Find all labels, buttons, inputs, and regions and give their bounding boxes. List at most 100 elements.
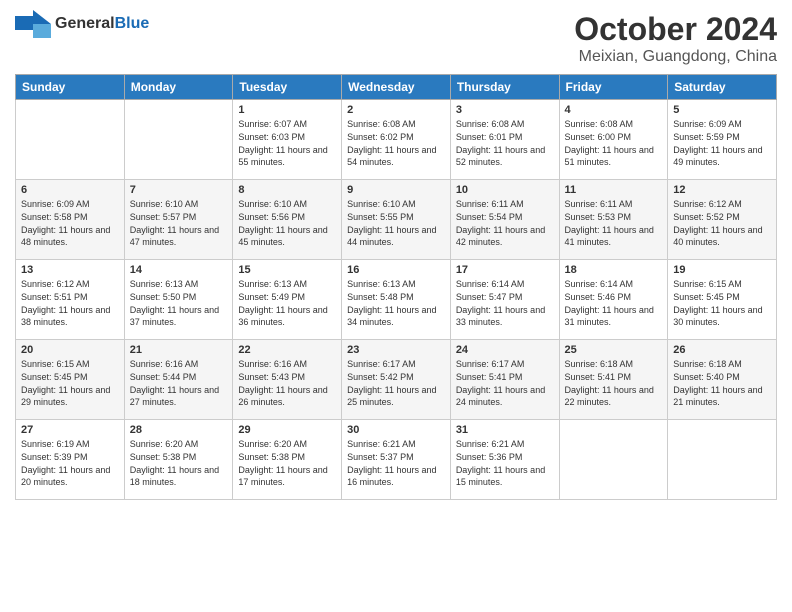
sunset-text: Sunset: 5:53 PM <box>565 212 632 222</box>
sunrise-text: Sunrise: 6:16 AM <box>130 359 199 369</box>
calendar-cell: 14 Sunrise: 6:13 AM Sunset: 5:50 PM Dayl… <box>124 260 233 340</box>
sunset-text: Sunset: 5:43 PM <box>238 372 305 382</box>
calendar-cell: 13 Sunrise: 6:12 AM Sunset: 5:51 PM Dayl… <box>16 260 125 340</box>
day-number: 4 <box>565 104 663 116</box>
col-tuesday: Tuesday <box>233 75 342 100</box>
calendar-table: Sunday Monday Tuesday Wednesday Thursday… <box>15 74 777 500</box>
day-info: Sunrise: 6:11 AM Sunset: 5:53 PM Dayligh… <box>565 198 663 248</box>
sunrise-text: Sunrise: 6:10 AM <box>347 199 416 209</box>
day-number: 11 <box>565 184 663 196</box>
daylight-text: Daylight: 11 hours and 26 minutes. <box>238 385 327 408</box>
day-number: 15 <box>238 264 336 276</box>
daylight-text: Daylight: 11 hours and 41 minutes. <box>565 225 654 248</box>
sunset-text: Sunset: 6:01 PM <box>456 132 523 142</box>
calendar-cell: 31 Sunrise: 6:21 AM Sunset: 5:36 PM Dayl… <box>450 420 559 500</box>
logo-blue: Blue <box>115 15 150 32</box>
daylight-text: Daylight: 11 hours and 44 minutes. <box>347 225 436 248</box>
sunrise-text: Sunrise: 6:11 AM <box>565 199 633 209</box>
sunset-text: Sunset: 5:45 PM <box>21 372 88 382</box>
day-number: 12 <box>673 184 771 196</box>
sunset-text: Sunset: 5:57 PM <box>130 212 197 222</box>
sunset-text: Sunset: 5:36 PM <box>456 452 523 462</box>
sunrise-text: Sunrise: 6:15 AM <box>673 279 742 289</box>
sunrise-text: Sunrise: 6:21 AM <box>456 439 525 449</box>
sunrise-text: Sunrise: 6:17 AM <box>347 359 416 369</box>
sunset-text: Sunset: 6:02 PM <box>347 132 414 142</box>
daylight-text: Daylight: 11 hours and 24 minutes. <box>456 385 545 408</box>
calendar-cell: 12 Sunrise: 6:12 AM Sunset: 5:52 PM Dayl… <box>668 180 777 260</box>
day-number: 10 <box>456 184 554 196</box>
sunrise-text: Sunrise: 6:07 AM <box>238 119 307 129</box>
day-info: Sunrise: 6:07 AM Sunset: 6:03 PM Dayligh… <box>238 118 336 168</box>
header: GeneralBlue October 2024 Meixian, Guangd… <box>15 10 777 66</box>
daylight-text: Daylight: 11 hours and 20 minutes. <box>21 465 110 488</box>
day-number: 9 <box>347 184 445 196</box>
sunset-text: Sunset: 5:41 PM <box>565 372 632 382</box>
calendar-cell: 25 Sunrise: 6:18 AM Sunset: 5:41 PM Dayl… <box>559 340 668 420</box>
col-wednesday: Wednesday <box>342 75 451 100</box>
calendar-cell: 28 Sunrise: 6:20 AM Sunset: 5:38 PM Dayl… <box>124 420 233 500</box>
calendar-cell: 21 Sunrise: 6:16 AM Sunset: 5:44 PM Dayl… <box>124 340 233 420</box>
sunset-text: Sunset: 5:51 PM <box>21 292 88 302</box>
day-info: Sunrise: 6:10 AM Sunset: 5:56 PM Dayligh… <box>238 198 336 248</box>
sunrise-text: Sunrise: 6:13 AM <box>238 279 307 289</box>
sunrise-text: Sunrise: 6:08 AM <box>456 119 525 129</box>
day-info: Sunrise: 6:15 AM Sunset: 5:45 PM Dayligh… <box>673 278 771 328</box>
day-info: Sunrise: 6:17 AM Sunset: 5:42 PM Dayligh… <box>347 358 445 408</box>
day-number: 14 <box>130 264 228 276</box>
daylight-text: Daylight: 11 hours and 47 minutes. <box>130 225 219 248</box>
sunset-text: Sunset: 5:38 PM <box>130 452 197 462</box>
day-number: 5 <box>673 104 771 116</box>
day-number: 21 <box>130 344 228 356</box>
logo: GeneralBlue <box>15 10 149 38</box>
day-info: Sunrise: 6:13 AM Sunset: 5:50 PM Dayligh… <box>130 278 228 328</box>
sunset-text: Sunset: 5:49 PM <box>238 292 305 302</box>
calendar-cell: 18 Sunrise: 6:14 AM Sunset: 5:46 PM Dayl… <box>559 260 668 340</box>
calendar-cell: 1 Sunrise: 6:07 AM Sunset: 6:03 PM Dayli… <box>233 100 342 180</box>
day-number: 31 <box>456 424 554 436</box>
day-info: Sunrise: 6:08 AM Sunset: 6:01 PM Dayligh… <box>456 118 554 168</box>
daylight-text: Daylight: 11 hours and 36 minutes. <box>238 305 327 328</box>
header-row: Sunday Monday Tuesday Wednesday Thursday… <box>16 75 777 100</box>
sunrise-text: Sunrise: 6:20 AM <box>238 439 307 449</box>
day-info: Sunrise: 6:18 AM Sunset: 5:41 PM Dayligh… <box>565 358 663 408</box>
day-number: 1 <box>238 104 336 116</box>
day-number: 20 <box>21 344 119 356</box>
month-title: October 2024 <box>574 10 777 48</box>
sunset-text: Sunset: 5:44 PM <box>130 372 197 382</box>
day-number: 29 <box>238 424 336 436</box>
sunrise-text: Sunrise: 6:13 AM <box>347 279 416 289</box>
day-number: 28 <box>130 424 228 436</box>
sunrise-text: Sunrise: 6:10 AM <box>238 199 307 209</box>
sunset-text: Sunset: 5:46 PM <box>565 292 632 302</box>
day-info: Sunrise: 6:14 AM Sunset: 5:47 PM Dayligh… <box>456 278 554 328</box>
day-number: 24 <box>456 344 554 356</box>
sunrise-text: Sunrise: 6:16 AM <box>238 359 307 369</box>
daylight-text: Daylight: 11 hours and 38 minutes. <box>21 305 110 328</box>
day-number: 19 <box>673 264 771 276</box>
sunset-text: Sunset: 5:58 PM <box>21 212 88 222</box>
daylight-text: Daylight: 11 hours and 33 minutes. <box>456 305 545 328</box>
calendar-cell: 23 Sunrise: 6:17 AM Sunset: 5:42 PM Dayl… <box>342 340 451 420</box>
calendar-cell: 22 Sunrise: 6:16 AM Sunset: 5:43 PM Dayl… <box>233 340 342 420</box>
day-info: Sunrise: 6:21 AM Sunset: 5:37 PM Dayligh… <box>347 438 445 488</box>
day-number: 13 <box>21 264 119 276</box>
daylight-text: Daylight: 11 hours and 34 minutes. <box>347 305 436 328</box>
col-sunday: Sunday <box>16 75 125 100</box>
day-info: Sunrise: 6:19 AM Sunset: 5:39 PM Dayligh… <box>21 438 119 488</box>
day-info: Sunrise: 6:09 AM Sunset: 5:58 PM Dayligh… <box>21 198 119 248</box>
daylight-text: Daylight: 11 hours and 25 minutes. <box>347 385 436 408</box>
day-info: Sunrise: 6:10 AM Sunset: 5:57 PM Dayligh… <box>130 198 228 248</box>
logo-icon <box>15 10 51 38</box>
sunrise-text: Sunrise: 6:08 AM <box>347 119 416 129</box>
day-number: 16 <box>347 264 445 276</box>
calendar-cell: 3 Sunrise: 6:08 AM Sunset: 6:01 PM Dayli… <box>450 100 559 180</box>
calendar-week-4: 20 Sunrise: 6:15 AM Sunset: 5:45 PM Dayl… <box>16 340 777 420</box>
daylight-text: Daylight: 11 hours and 37 minutes. <box>130 305 219 328</box>
day-info: Sunrise: 6:09 AM Sunset: 5:59 PM Dayligh… <box>673 118 771 168</box>
daylight-text: Daylight: 11 hours and 51 minutes. <box>565 145 654 168</box>
calendar-cell: 26 Sunrise: 6:18 AM Sunset: 5:40 PM Dayl… <box>668 340 777 420</box>
sunset-text: Sunset: 5:54 PM <box>456 212 523 222</box>
sunrise-text: Sunrise: 6:14 AM <box>456 279 525 289</box>
day-info: Sunrise: 6:20 AM Sunset: 5:38 PM Dayligh… <box>238 438 336 488</box>
